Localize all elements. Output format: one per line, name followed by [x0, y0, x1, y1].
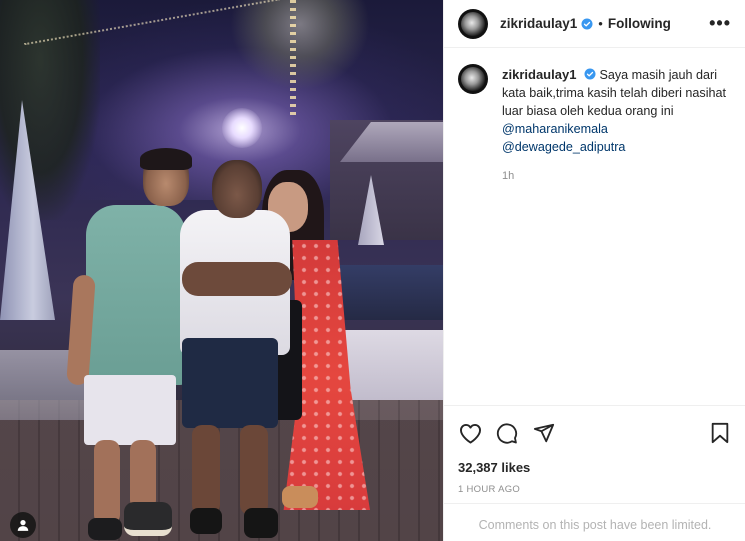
more-options-icon[interactable]: ••• — [709, 13, 731, 34]
person-middle-shorts — [182, 338, 278, 428]
person-middle-leg — [240, 425, 268, 515]
person-left-shorts — [84, 375, 176, 445]
heart-icon[interactable] — [458, 421, 482, 445]
separator-dot: • — [598, 16, 603, 31]
person-left-leg — [94, 440, 120, 525]
person-middle-arms — [182, 262, 292, 296]
comments-limited-notice: Comments on this post have been limited. — [444, 503, 745, 532]
person-middle-head — [212, 160, 262, 218]
username-link[interactable]: zikridaulay1 — [500, 16, 577, 31]
person-middle-shoe — [244, 508, 278, 538]
like-count[interactable]: 32,387 likes — [458, 460, 732, 475]
person-left-hair — [140, 148, 192, 170]
caption-username[interactable]: zikridaulay1 — [502, 67, 576, 82]
comment-icon[interactable] — [495, 421, 519, 445]
caption: zikridaulay1 Saya masih jauh dari kata b… — [444, 48, 745, 185]
verified-badge-icon — [581, 18, 593, 30]
camera-flash — [222, 108, 262, 148]
person-right-shoe — [282, 486, 318, 508]
profile-avatar[interactable] — [458, 8, 488, 39]
post-timestamp: 1 HOUR AGO — [458, 484, 521, 495]
person-middle-shoe — [190, 508, 222, 534]
mention-link[interactable]: @dewagede_adiputra — [502, 140, 625, 154]
mention-link[interactable]: @maharanikemala — [502, 122, 608, 136]
string-lights — [290, 0, 296, 120]
share-icon[interactable] — [532, 421, 556, 445]
caption-timestamp[interactable]: 1h — [502, 167, 731, 185]
post-photo[interactable] — [0, 0, 443, 541]
post-header: zikridaulay1 • Following ••• — [444, 0, 745, 48]
person-left-leg — [130, 440, 156, 510]
bookmark-icon[interactable] — [708, 421, 732, 445]
pool — [330, 265, 443, 320]
verified-badge-icon — [584, 68, 596, 80]
person-left-shirt — [86, 205, 186, 385]
caption-body: zikridaulay1 Saya masih jauh dari kata b… — [502, 66, 731, 185]
instagram-post-view: zikridaulay1 • Following ••• zikridaulay… — [0, 0, 745, 541]
profile-avatar[interactable] — [458, 64, 488, 94]
following-button[interactable]: Following — [608, 16, 671, 31]
post-sidebar: zikridaulay1 • Following ••• zikridaulay… — [443, 0, 745, 541]
action-bar: 32,387 likes 1 HOUR AGO — [444, 405, 745, 495]
person-middle-leg — [192, 425, 220, 515]
person-left-shoe — [124, 502, 172, 536]
tagged-users-icon[interactable] — [10, 512, 36, 538]
person-left-shoe — [88, 518, 122, 540]
